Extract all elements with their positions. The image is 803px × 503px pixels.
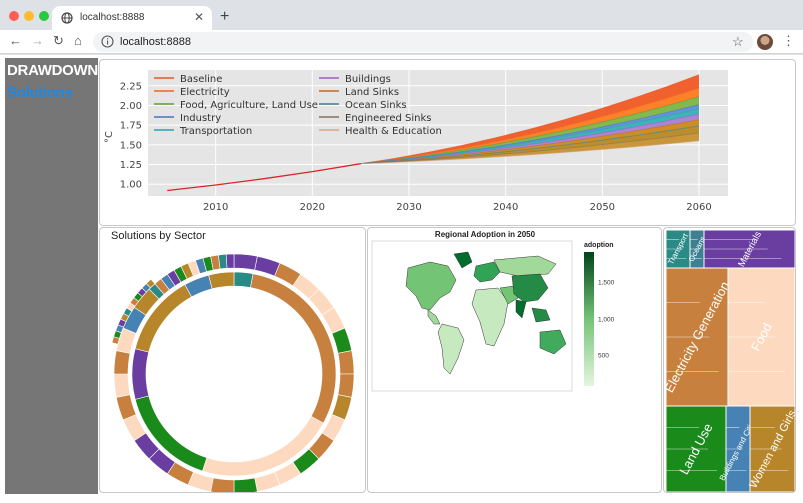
temperature-chart: 2010 2020 2030 2040 2050 2060 1.00 1.25 1.50 1.75… (104, 70, 728, 213)
y-tick-label: 2.25 (120, 81, 142, 92)
y-tick-label: 1.00 (120, 180, 142, 191)
dashboard-page: DRAWDOWN Solutions 2010 2020 2030 2040 2050 2… (0, 55, 803, 503)
legend-colorbar (584, 252, 594, 386)
avatar[interactable] (757, 34, 773, 50)
legend-label: Ocean Sinks (345, 100, 407, 111)
inner-slice (233, 271, 254, 288)
maximize-window-button[interactable] (39, 11, 49, 21)
x-tick-label: 2030 (396, 202, 421, 213)
legend-label: Industry (180, 113, 221, 124)
brand-subtitle: Solutions (7, 84, 73, 101)
treemap-panel: Transport Oceans Materials Electricity Gene… (663, 227, 796, 493)
sector-donut-panel: Solutions by Sector (99, 227, 366, 493)
close-window-button[interactable] (9, 11, 19, 21)
minimize-window-button[interactable] (24, 11, 34, 21)
legend-label: Baseline (180, 74, 222, 85)
legend-tick-label: 500 (598, 353, 609, 360)
browser-tab[interactable]: localhost:8888 ✕ (52, 6, 212, 30)
legend-title: adoption (584, 242, 614, 249)
outer-slice (225, 253, 235, 269)
home-icon[interactable]: ⌂ (74, 33, 82, 48)
inner-slice (208, 271, 235, 290)
address-bar[interactable]: localhost:8888 (93, 32, 753, 52)
globe-icon (61, 12, 73, 24)
reload-icon[interactable]: ↻ (53, 33, 64, 49)
outer-slice (337, 373, 355, 398)
plus-icon[interactable]: + (220, 8, 229, 26)
sidebar: DRAWDOWN Solutions (5, 58, 98, 494)
legend-tick-label: 1,500 (598, 280, 615, 287)
inner-slice (131, 348, 150, 400)
star-icon[interactable]: ☆ (732, 34, 744, 50)
outer-slice (218, 253, 228, 270)
legend-label: Food, Agriculture, Land Use (180, 100, 318, 111)
y-axis-label: °C (104, 131, 115, 143)
x-tick-label: 2040 (493, 202, 518, 213)
y-tick-label: 1.50 (120, 140, 142, 151)
temperature-chart-panel: 2010 2020 2030 2040 2050 2060 1.00 1.25 1.50 1.75… (99, 59, 796, 226)
tab-title: localhost:8888 (80, 12, 145, 23)
outer-slice (113, 373, 131, 398)
regional-adoption-map: Regional Adoption in 2050 adoption 1,500 1,… (371, 230, 615, 392)
menu-icon[interactable]: ⋮ (782, 33, 795, 49)
legend-label: Land Sinks (345, 87, 399, 98)
chart-title: Solutions by Sector (111, 230, 206, 242)
outer-slice (113, 350, 131, 375)
outer-slice (233, 477, 258, 492)
url-text: localhost:8888 (120, 36, 191, 48)
legend-label: Buildings (345, 74, 391, 85)
legend-label: Electricity (180, 87, 230, 98)
browser-tab-bar: localhost:8888 ✕ + (0, 0, 803, 30)
outer-slice (337, 350, 355, 375)
legend-tick-label: 1,000 (598, 317, 615, 324)
sector-donut-chart: Solutions by Sector (111, 230, 355, 492)
x-tick-label: 2060 (686, 202, 711, 213)
solutions-treemap: TransportOceans MaterialsElectricity Gene… (664, 229, 795, 492)
forward-icon[interactable]: → (31, 33, 44, 48)
x-tick-label: 2010 (203, 202, 228, 213)
chart-title: Regional Adoption in 2050 (435, 230, 536, 239)
browser-toolbar: ← → ↻ ⌂ localhost:8888 ☆ ⋮ (0, 30, 803, 54)
x-tick-label: 2050 (590, 202, 615, 213)
regional-map-panel: Regional Adoption in 2050 adoption 1,500 1,… (367, 227, 662, 493)
legend-label: Transportation (179, 126, 252, 137)
brand-title: DRAWDOWN (7, 62, 98, 79)
outer-slice (210, 477, 235, 492)
back-icon[interactable]: ← (9, 33, 22, 48)
x-tick-label: 2020 (300, 202, 325, 213)
y-tick-label: 1.75 (120, 121, 142, 132)
info-icon[interactable] (101, 35, 114, 48)
outer-slice (233, 253, 258, 271)
legend-label: Health & Education (345, 126, 442, 137)
y-tick-label: 1.25 (120, 160, 142, 171)
close-icon[interactable]: ✕ (194, 10, 204, 24)
legend-label: Engineered Sinks (345, 113, 431, 124)
y-tick-label: 2.00 (120, 101, 142, 112)
